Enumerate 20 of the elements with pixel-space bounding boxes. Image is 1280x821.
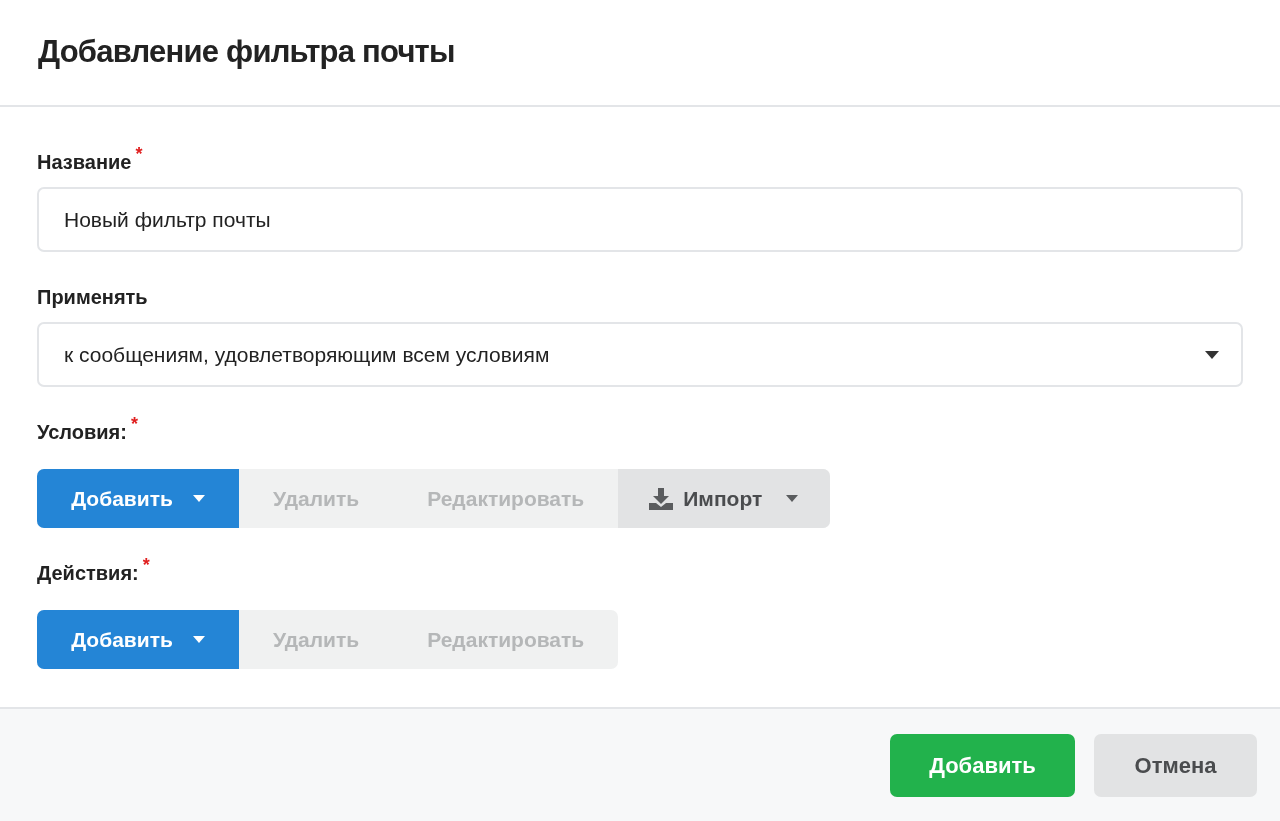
apply-dropdown[interactable]: к сообщениям, удовлетворяющим всем условиям <box>37 322 1243 387</box>
add-button[interactable]: Добавить <box>37 469 239 528</box>
caret-icon <box>192 495 205 502</box>
name-input-field[interactable]: Новый фильтр почты <box>37 187 1243 252</box>
required-asterisk: * <box>142 554 150 577</box>
cancel-button[interactable]: Отмена <box>1094 733 1257 797</box>
field-label: Условия: <box>37 420 127 445</box>
dialog-title: Добавление фильтра почты <box>38 33 455 72</box>
field-label: Действия: <box>37 561 139 586</box>
field-label: Название <box>37 150 132 175</box>
download-icon <box>649 487 674 510</box>
caret-icon <box>786 495 799 502</box>
import-button[interactable]: Импорт <box>618 469 831 528</box>
add-button[interactable]: Добавить <box>890 733 1075 797</box>
field-label: Применять <box>37 285 148 310</box>
add-button[interactable]: Добавить <box>37 610 239 669</box>
caret-icon <box>192 636 205 643</box>
required-asterisk: * <box>130 413 138 436</box>
caret-icon <box>1205 350 1219 359</box>
required-asterisk: * <box>135 143 143 166</box>
